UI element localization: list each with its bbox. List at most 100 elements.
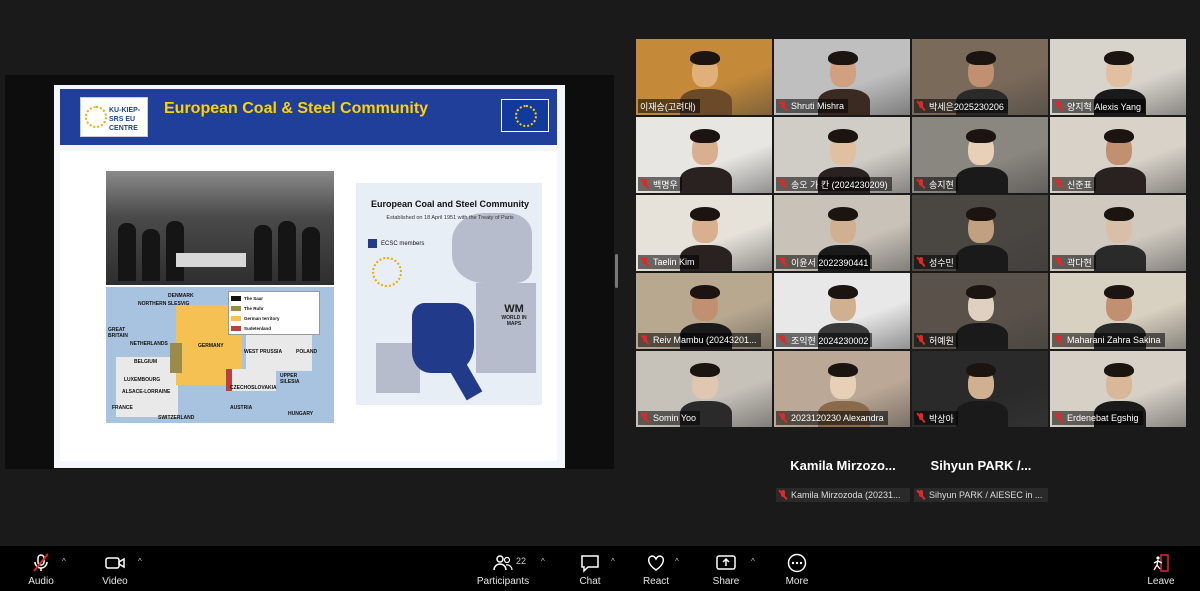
muted-mic-icon: [778, 335, 788, 345]
participant-name: Taelin Kim: [653, 257, 695, 267]
participant-nameplate: Reiv Mambu (20243201...: [638, 333, 761, 347]
ecsc-title: European Coal and Steel Community: [370, 199, 530, 209]
muted-mic-icon: [640, 413, 650, 423]
muted-mic-icon: [778, 490, 788, 500]
participant-nameplate: 곽다현: [1052, 255, 1096, 269]
participant-display-name: Sihyun PARK /...: [930, 458, 1032, 473]
leave-button[interactable]: Leave: [1146, 546, 1176, 591]
muted-mic-icon: [916, 413, 926, 423]
participant-video-tile[interactable]: 이재승(고려대): [636, 39, 772, 115]
participant-name: 성수민: [929, 257, 954, 268]
participant-name: 신준표: [1067, 179, 1092, 190]
participant-nameplate: 조익현 2024230002: [776, 333, 873, 347]
presentation-slide: KU-KIEP-SRS EU CENTRE European Coal & St…: [54, 85, 565, 468]
leave-label: Leave: [1147, 576, 1175, 587]
chat-icon: [579, 553, 601, 573]
map-label: GREAT BRITAIN: [108, 327, 128, 339]
video-camera-icon: [104, 553, 126, 573]
participant-video-tile[interactable]: 백명우: [636, 117, 772, 193]
participant-video-tile[interactable]: Reiv Mambu (20243201...: [636, 273, 772, 349]
audio-button[interactable]: Audio: [22, 546, 60, 591]
split-view-resize-handle[interactable]: [615, 254, 618, 288]
participant-name: Shruti Mishra: [791, 101, 845, 111]
participant-video-tile[interactable]: 송오 가 칸 (2024230209): [774, 117, 910, 193]
participant-video-tile[interactable]: Shruti Mishra: [774, 39, 910, 115]
audio-label: Audio: [28, 576, 54, 587]
ecsc-key-label: ECSC members: [381, 240, 425, 247]
participant-nameplate: Maharani Zahra Sakina: [1052, 333, 1165, 347]
participant-video-tile[interactable]: 조익현 2024230002: [774, 273, 910, 349]
participant-nameplate: Shruti Mishra: [776, 99, 849, 113]
participant-video-tile[interactable]: 허예원: [912, 273, 1048, 349]
react-options-chevron-icon[interactable]: ^: [675, 557, 679, 566]
video-options-chevron-icon[interactable]: ^: [138, 557, 142, 566]
shared-screen[interactable]: KU-KIEP-SRS EU CENTRE European Coal & St…: [5, 75, 614, 469]
react-button[interactable]: React: [641, 546, 671, 591]
participant-video-tile[interactable]: 곽다현: [1050, 195, 1186, 271]
world-in-maps-logo: WM WORLD IN MAPS: [501, 303, 527, 327]
participant-video-tile[interactable]: 양지혁 Alexis Yang: [1050, 39, 1186, 115]
muted-mic-icon: [1054, 101, 1064, 111]
participant-name: 곽다현: [1067, 257, 1092, 268]
participant-video-tile[interactable]: 2023120230 Alexandra: [774, 351, 910, 427]
muted-mic-icon: [640, 335, 650, 345]
chat-button[interactable]: Chat: [576, 546, 604, 591]
map-label: GERMANY: [198, 343, 224, 349]
map-legend: The Saar The Ruhr German territory Sudet…: [228, 291, 320, 335]
participant-video-tile[interactable]: Somin Yoo: [636, 351, 772, 427]
participant-nameplate: 송오 가 칸 (2024230209): [776, 177, 892, 191]
participant-name: 2023120230 Alexandra: [791, 413, 884, 423]
map-label: ALSACE-LORRAINE: [122, 389, 171, 395]
more-label: More: [785, 576, 809, 587]
participants-options-chevron-icon[interactable]: ^: [541, 557, 545, 566]
ecsc-key: ECSC members: [368, 239, 424, 248]
map-label: BELGIUM: [134, 359, 158, 365]
map-label: LUXEMBOURG: [124, 377, 161, 383]
participant-nameplate: Somin Yoo: [638, 411, 701, 425]
participant-video-tile[interactable]: Maharani Zahra Sakina: [1050, 273, 1186, 349]
participant-nameplate: Erdenebat Egshig: [1052, 411, 1143, 425]
participant-nameplate: 신준표: [1052, 177, 1096, 191]
muted-mic-icon: [640, 257, 650, 267]
muted-mic-icon: [778, 179, 788, 189]
participant-name: 송지현: [929, 179, 954, 190]
heart-icon: [645, 553, 667, 573]
participant-nameplate[interactable]: Kamila Mirzozoda (20231...: [776, 488, 910, 502]
participant-video-tile[interactable]: 신준표: [1050, 117, 1186, 193]
participant-video-tile[interactable]: 송지현: [912, 117, 1048, 193]
slide-title: European Coal & Steel Community: [164, 100, 429, 117]
participant-video-tile[interactable]: 이윤서 2022390441: [774, 195, 910, 271]
more-icon: [786, 553, 808, 573]
participant-nameplate[interactable]: Sihyun PARK / AIESEC in ...: [914, 488, 1048, 502]
eu-stars-icon: [372, 257, 402, 287]
video-button[interactable]: Video: [96, 546, 134, 591]
participant-nameplate: 박상아: [914, 411, 958, 425]
map-label: NORTHERN SLESVIG: [138, 301, 190, 307]
legend-item: The Saar: [244, 295, 264, 301]
share-options-chevron-icon[interactable]: ^: [751, 557, 755, 566]
map-label: NETHERLANDS: [130, 341, 168, 347]
more-button[interactable]: More: [782, 546, 812, 591]
participant-nameplate: Taelin Kim: [638, 255, 699, 269]
muted-mic-icon: [778, 257, 788, 267]
participant-video-tile[interactable]: Taelin Kim: [636, 195, 772, 271]
share-button[interactable]: Share: [710, 546, 742, 591]
participant-video-tile[interactable]: Erdenebat Egshig: [1050, 351, 1186, 427]
ecsc-map: European Coal and Steel Community Establ…: [356, 183, 542, 405]
participants-button[interactable]: Participants: [474, 546, 532, 591]
map-label: UPPER SILESIA: [280, 373, 300, 385]
muted-mic-icon: [640, 179, 650, 189]
meeting-toolbar: Audio ^ Video ^ Participants 22 ^ Chat ^…: [0, 546, 1200, 591]
participant-name: 양지혁 Alexis Yang: [1067, 101, 1142, 112]
audio-options-chevron-icon[interactable]: ^: [62, 557, 66, 566]
participant-name: Erdenebat Egshig: [1067, 413, 1139, 423]
eu-flag-icon: [501, 99, 549, 132]
participant-name: 조익현 2024230002: [791, 335, 869, 346]
meeting-stage: KU-KIEP-SRS EU CENTRE European Coal & St…: [0, 0, 1200, 546]
participant-video-tile[interactable]: 박상아: [912, 351, 1048, 427]
participant-video-tile[interactable]: 박세은2025230206: [912, 39, 1048, 115]
participant-video-tile[interactable]: 성수민: [912, 195, 1048, 271]
chat-options-chevron-icon[interactable]: ^: [611, 557, 615, 566]
slide-header: KU-KIEP-SRS EU CENTRE European Coal & St…: [60, 89, 557, 145]
map-label: HUNGARY: [288, 411, 314, 417]
